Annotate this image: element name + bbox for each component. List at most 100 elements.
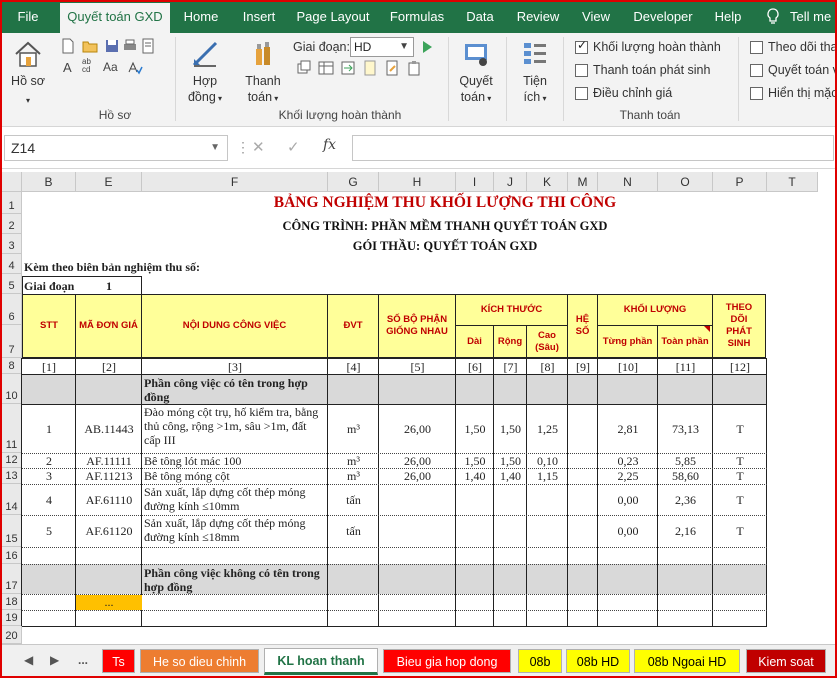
row-header[interactable]: 20 — [2, 626, 22, 644]
scroll-right-icon[interactable]: ▶ — [50, 653, 59, 667]
tab-help[interactable]: Help — [708, 0, 748, 33]
save-icon[interactable] — [104, 38, 120, 54]
worksheet-grid[interactable]: BEFGHIJKMNOPT 1 2 3 4 5 6 7 8 10 11 12 13 14 15 16 17 18… — [0, 172, 837, 644]
row-header[interactable]: 17 — [2, 564, 22, 594]
sheet-tab[interactable]: 08b — [518, 649, 562, 673]
stage-select[interactable]: HD ▼ — [350, 37, 414, 57]
sheet-tab[interactable]: Bieu gia hop dong — [383, 649, 511, 673]
row-header[interactable]: 5 — [2, 274, 22, 294]
row-header[interactable]: 15 — [2, 515, 22, 547]
checkbox-khoi-luong-hoan-thanh[interactable]: ✓ Khối lượng hoàn thành — [575, 38, 721, 56]
row-divider — [22, 484, 767, 485]
split-icon[interactable] — [340, 60, 356, 76]
quyet-toan-button[interactable]: Quyết toán ▾ — [455, 39, 497, 107]
column-header[interactable]: F — [142, 172, 328, 192]
formula-input[interactable] — [352, 135, 834, 161]
copy-sheets-icon[interactable] — [296, 60, 312, 76]
sheet-tab[interactable]: 08b Ngoai HD — [634, 649, 740, 673]
sheet-tab[interactable]: He so dieu chinh — [140, 649, 259, 673]
tab-data[interactable]: Data — [460, 0, 500, 33]
row-header[interactable]: 10 — [2, 374, 22, 404]
abcd-icon[interactable]: ab cd — [82, 58, 91, 74]
cell-stt: 2 — [46, 453, 52, 468]
edit-doc-icon[interactable] — [384, 60, 400, 76]
ho-so-button[interactable]: Hồ sơ ▾ — [8, 39, 48, 109]
print-icon[interactable] — [122, 38, 138, 54]
column-header[interactable]: T — [767, 172, 818, 192]
column-header[interactable]: P — [713, 172, 767, 192]
new-file-icon[interactable] — [60, 38, 76, 54]
tab-quyet-toan-gxd[interactable]: Quyết toán GXD — [60, 3, 170, 33]
row-header[interactable]: 2 — [2, 214, 22, 234]
row-header[interactable]: 3 — [2, 234, 22, 254]
insert-function-icon[interactable]: fx — [323, 137, 336, 153]
checkbox-label: Điều chỉnh giá — [593, 86, 673, 100]
tab-file[interactable]: File — [8, 0, 48, 33]
cancel-icon[interactable]: ✕ — [252, 138, 265, 156]
checkbox-thanh-toan-phat-sinh[interactable]: Thanh toán phát sinh — [575, 63, 710, 79]
row-header[interactable]: 16 — [2, 547, 22, 564]
column-header[interactable]: G — [328, 172, 379, 192]
sheet-tab[interactable]: Kiem soat — [746, 649, 826, 673]
cell-dai: 1,50 — [464, 421, 486, 436]
thanh-toan-button[interactable]: Thanh toán ▾ — [240, 39, 286, 107]
row-header[interactable]: 19 — [2, 610, 22, 626]
row-header[interactable]: 11 — [2, 404, 22, 453]
tab-insert[interactable]: Insert — [236, 0, 282, 33]
scroll-left-icon[interactable]: ◀ — [24, 653, 33, 667]
column-header[interactable]: N — [598, 172, 658, 192]
spellcheck-icon[interactable] — [127, 60, 143, 76]
column-header[interactable]: H — [379, 172, 456, 192]
font-a-icon[interactable]: A — [63, 60, 72, 75]
hop-dong-button[interactable]: Hợp đồng ▾ — [182, 39, 228, 107]
row-header[interactable]: 12 — [2, 453, 22, 468]
column-header[interactable]: E — [76, 172, 142, 192]
checkbox-hien-thi[interactable]: Hiển thị mặc — [750, 86, 837, 102]
row-header[interactable]: 8 — [2, 358, 22, 374]
sheet-tab[interactable]: 08b HD — [566, 649, 630, 673]
sheet-tab[interactable]: Ts — [102, 649, 135, 673]
tien-ich-button[interactable]: Tiện ích ▾ — [514, 39, 556, 107]
bottles-icon — [256, 42, 270, 65]
table-icon[interactable] — [318, 60, 334, 76]
column-header[interactable]: B — [22, 172, 76, 192]
row-header[interactable]: 7 — [2, 325, 22, 358]
column-header[interactable]: I — [456, 172, 494, 192]
checkbox-quyet-toan[interactable]: Quyết toán vo — [750, 63, 837, 79]
checkbox-theo-doi[interactable]: Theo dõi thanh — [750, 40, 837, 56]
document-icon[interactable] — [140, 38, 156, 54]
tab-review[interactable]: Review — [510, 0, 566, 33]
tab-formulas[interactable]: Formulas — [384, 0, 450, 33]
row-header[interactable]: 18 — [2, 594, 22, 610]
enter-icon[interactable]: ✓ — [287, 138, 300, 156]
row-header[interactable]: 13 — [2, 468, 22, 484]
change-case-icon[interactable]: Aa — [103, 60, 118, 74]
tab-page-layout[interactable]: Page Layout — [292, 0, 374, 33]
name-box[interactable]: Z14 ▼ — [4, 135, 228, 161]
open-folder-icon[interactable] — [82, 38, 98, 54]
cell-tung-phan: 2,25 — [617, 469, 639, 483]
stage-select-value: HD — [354, 40, 372, 54]
more-sheets-button[interactable]: ... — [78, 653, 88, 667]
tab-view[interactable]: View — [576, 0, 616, 33]
cell-dai: 1,40 — [464, 469, 486, 483]
tab-home[interactable]: Home — [178, 0, 224, 33]
row-header[interactable]: 14 — [2, 484, 22, 515]
row-header[interactable]: 6 — [2, 294, 22, 325]
cell-toan-phan: 73,13 — [672, 421, 699, 436]
row-header[interactable]: 4 — [2, 254, 22, 274]
sheet-tab[interactable]: KL hoan thanh — [264, 648, 378, 675]
note-icon[interactable] — [362, 60, 378, 76]
tell-me-search[interactable]: Tell me — [790, 0, 837, 33]
header-stt: STT — [22, 294, 76, 358]
row-header[interactable]: 1 — [2, 192, 22, 214]
column-header[interactable]: J — [494, 172, 527, 192]
column-header[interactable]: K — [527, 172, 568, 192]
play-icon[interactable] — [423, 41, 432, 53]
clipboard-icon[interactable] — [406, 60, 422, 76]
tab-developer[interactable]: Developer — [626, 0, 700, 33]
select-all-corner[interactable] — [2, 172, 22, 192]
column-header[interactable]: M — [568, 172, 598, 192]
column-header[interactable]: O — [658, 172, 713, 192]
checkbox-dieu-chinh-gia[interactable]: Điều chỉnh giá — [575, 86, 672, 102]
